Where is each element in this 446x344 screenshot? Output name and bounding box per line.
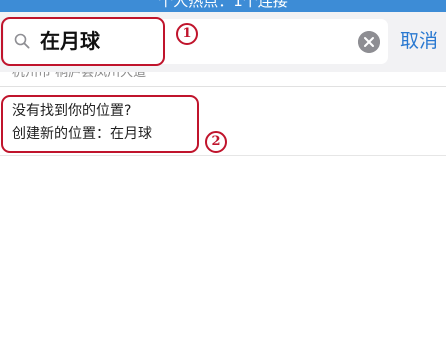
annotation-marker-2: 2 [205, 131, 227, 153]
hotspot-status-text: 个人热点：1个连接 [158, 0, 288, 10]
search-result-address[interactable]: 杭州市 桐庐县凤川大道 [0, 72, 446, 87]
clear-icon[interactable] [358, 31, 380, 53]
address-text: 杭州市 桐庐县凤川大道 [12, 72, 147, 80]
hotspot-status-bar[interactable]: 个人热点：1个连接 [0, 0, 446, 12]
annotation-box-2 [1, 95, 199, 153]
annotation-box-1 [1, 17, 165, 66]
cancel-button[interactable]: 取消 [400, 29, 438, 53]
annotation-marker-1: 1 [176, 23, 198, 45]
